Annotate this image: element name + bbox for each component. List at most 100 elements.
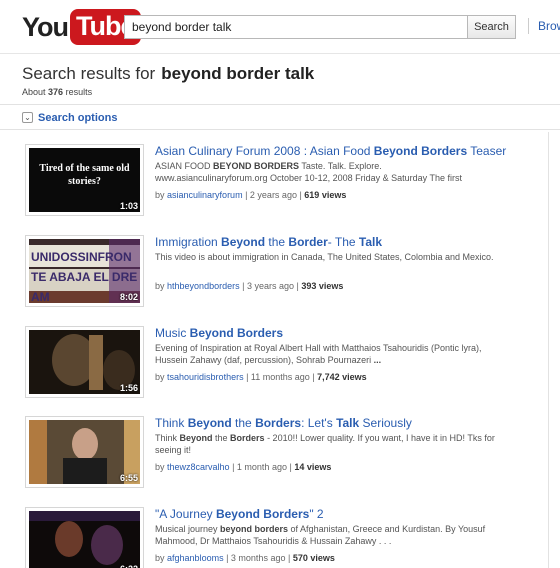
thumbnail-image: 6:55 (29, 420, 140, 484)
text-segment: beyond borders (220, 524, 289, 534)
header-divider (528, 18, 529, 34)
results-count-suffix: results (65, 87, 93, 97)
results-count-prefix: About (22, 87, 46, 97)
masthead: YouTube Search Brows (0, 0, 560, 54)
video-description: Evening of Inspiration at Royal Albert H… (155, 343, 495, 366)
by-label: by (155, 462, 165, 472)
results-heading-prefix: Search results for (22, 64, 156, 83)
video-description: This video is about immigration in Canad… (155, 252, 495, 264)
page-title: Search results for beyond border talk (22, 64, 314, 84)
chevron-down-icon[interactable]: ⌄ (22, 112, 33, 123)
video-meta: by tsahouridisbrothers | 11 months ago |… (155, 372, 367, 382)
upload-age: 11 months ago (250, 372, 310, 382)
list-item: 6:22 "A Journey Beyond Borders" 2 Musical … (0, 507, 548, 568)
video-thumbnail[interactable]: 6:22 (25, 507, 144, 568)
text-segment: Beyond (221, 235, 266, 249)
text-segment: Talk (358, 235, 382, 249)
search-options-link[interactable]: Search options (38, 112, 117, 124)
video-meta: by afghanblooms | 3 months ago | 570 vie… (155, 553, 335, 563)
video-description: ASIAN FOOD BEYOND BORDERS Taste. Talk. E… (155, 161, 495, 184)
video-thumbnail[interactable]: Tired of the same old stories? 1:03 (25, 144, 144, 216)
results-count: About 376 results (22, 87, 92, 97)
video-duration: 6:22 (120, 564, 138, 568)
text-segment: Border (288, 235, 328, 249)
video-title-link[interactable]: Think Beyond the Borders: Let's Talk Ser… (155, 416, 412, 430)
text-segment: Beyond (187, 416, 232, 430)
text-segment: ... (373, 354, 382, 365)
results-query: beyond border talk (161, 64, 315, 83)
video-meta: by thewz8carvalho | 1 month ago | 14 vie… (155, 462, 332, 472)
text-segment: BEYOND BORDERS (213, 161, 300, 171)
search-input[interactable] (124, 15, 468, 39)
text-segment: Teaser (467, 144, 507, 158)
channel-link[interactable]: afghanblooms (167, 553, 224, 563)
thumbnail-caption: Tired of the same old stories? (39, 163, 130, 187)
text-segment: Borders (230, 433, 265, 443)
text-segment: Beyond (179, 433, 213, 443)
video-title-link[interactable]: Immigration Beyond the Border- The Talk (155, 235, 382, 249)
search-button[interactable]: Search (467, 15, 516, 39)
upload-age: 2 years ago (249, 190, 297, 200)
text-segment: Talk (327, 161, 344, 171)
upload-age: 1 month ago (236, 462, 287, 472)
sidebar-divider (548, 132, 549, 568)
text-segment: Think (155, 433, 180, 443)
text-segment: : Let's (301, 416, 337, 430)
text-segment: - The (327, 235, 359, 249)
video-title-link[interactable]: Music Beyond Borders (155, 326, 283, 340)
thumbnail-image: 1:56 (29, 330, 140, 394)
video-duration: 8:02 (119, 292, 138, 302)
view-count: 570 views (292, 553, 335, 563)
text-segment: " 2 (309, 507, 324, 521)
search-options-bar: ⌄ Search options (0, 104, 560, 130)
text-segment: This video is about immigration in Canad… (155, 252, 494, 262)
text-segment: Evening of Inspiration at Royal Albert H… (155, 343, 482, 365)
text-segment: Musical journey (155, 524, 221, 534)
video-meta: by asianculinaryforum | 2 years ago | 61… (155, 190, 347, 200)
video-description: Think Beyond the Borders - 2010!! Lower … (155, 433, 495, 456)
text-segment: Asian Culinary Forum 2008 : Asian Food (155, 144, 374, 158)
youtube-logo[interactable]: You Tube (22, 9, 141, 45)
text-segment: Think (155, 416, 188, 430)
results-count-number: 376 (48, 87, 64, 97)
text-segment: Seriously (359, 416, 412, 430)
text-segment: Talk (336, 416, 360, 430)
by-label: by (155, 190, 165, 200)
list-item: 6:55 Think Beyond the Borders: Let's Talk… (0, 416, 548, 504)
thumbnail-image: 6:22 (29, 511, 140, 568)
view-count: 7,742 views (317, 372, 367, 382)
video-title-link[interactable]: "A Journey Beyond Borders" 2 (155, 507, 324, 521)
video-description: Musical journey beyond borders of Afghan… (155, 524, 495, 547)
video-duration: 1:56 (119, 383, 138, 393)
text-segment: Beyond Borders (189, 326, 284, 340)
text-segment: the (231, 416, 256, 430)
view-count: 14 views (294, 462, 332, 472)
by-label: by (155, 372, 165, 382)
view-count: 619 views (304, 190, 347, 200)
thumbnail-image: UNIDOSSINFRONTE ABAJA EL DREAM 8:02 (29, 239, 140, 303)
thumbnail-image: Tired of the same old stories? 1:03 (29, 148, 140, 212)
logo-you-text: You (22, 12, 69, 42)
by-label: by (155, 553, 165, 563)
channel-link[interactable]: tsahouridisbrothers (167, 372, 244, 382)
channel-link[interactable]: hthbeyondborders (167, 281, 240, 291)
video-duration: 1:03 (119, 201, 138, 211)
browse-link[interactable]: Brows (538, 19, 560, 33)
list-item: 1:56 Music Beyond Borders Evening of Inspi… (0, 326, 548, 414)
text-segment: Music (155, 326, 190, 340)
text-segment: the (212, 433, 231, 443)
upload-age: 3 months ago (230, 553, 286, 563)
text-segment: the (265, 235, 289, 249)
text-segment: "A Journey (155, 507, 216, 521)
view-count: 393 views (301, 281, 344, 291)
video-thumbnail[interactable]: 1:56 (25, 326, 144, 398)
channel-link[interactable]: asianculinaryforum (167, 190, 243, 200)
upload-age: 3 years ago (246, 281, 294, 291)
text-segment: Taste. (299, 161, 328, 171)
video-thumbnail[interactable]: UNIDOSSINFRONTE ABAJA EL DREAM 8:02 (25, 235, 144, 307)
list-item: UNIDOSSINFRONTE ABAJA EL DREAM 8:02 Immigr… (0, 235, 548, 323)
text-segment: Borders (255, 416, 302, 430)
video-thumbnail[interactable]: 6:55 (25, 416, 144, 488)
video-title-link[interactable]: Asian Culinary Forum 2008 : Asian Food B… (155, 144, 506, 158)
channel-link[interactable]: thewz8carvalho (167, 462, 230, 472)
